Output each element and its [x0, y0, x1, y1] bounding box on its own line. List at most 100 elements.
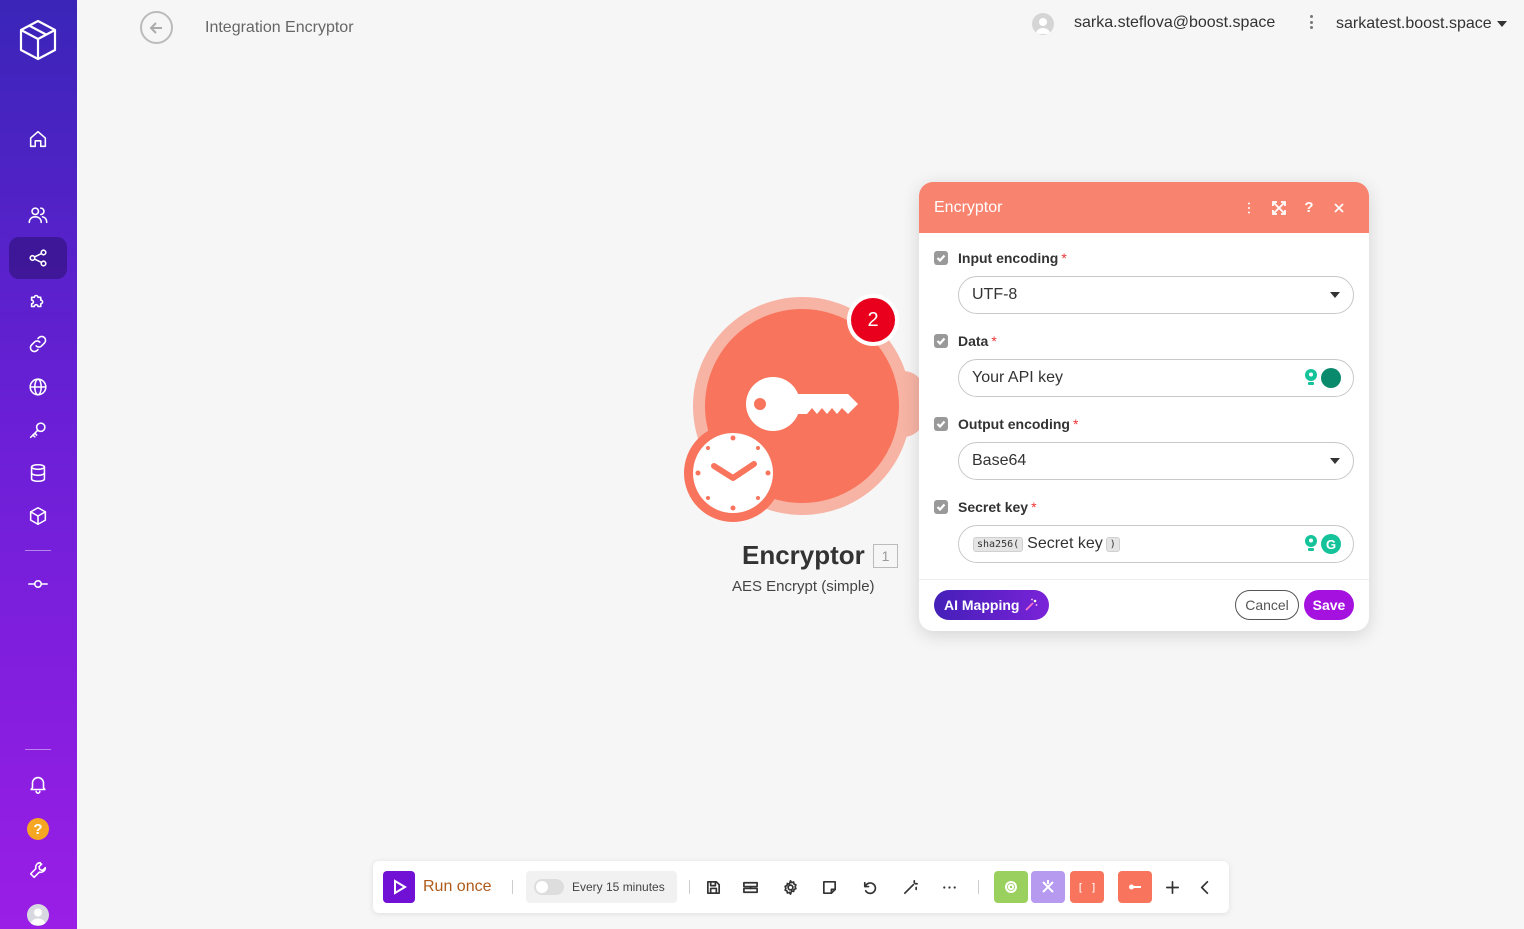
arrow-left-icon: [149, 21, 162, 34]
sidebar-item-tools[interactable]: [9, 849, 67, 891]
function-pill-open[interactable]: sha256(: [973, 536, 1024, 552]
auto-align-button[interactable]: [898, 875, 922, 899]
dialog-header: Encryptor ?: [919, 182, 1369, 233]
json-module-button[interactable]: [ ]: [1070, 871, 1104, 903]
globe-icon: [29, 378, 47, 396]
wrench-icon: [29, 861, 47, 879]
scheduling-button[interactable]: [738, 875, 762, 899]
sidebar-item-keys[interactable]: [9, 409, 67, 451]
scenario-toolbar: Run once Every 15 minutes [ ]: [373, 861, 1229, 913]
database-icon: [30, 463, 46, 483]
page-title: Integration Encryptor: [205, 19, 354, 36]
ellipsis-icon: [942, 885, 956, 889]
link-icon: [29, 335, 47, 353]
function-pill-close[interactable]: ): [1105, 536, 1120, 552]
schedule-control[interactable]: Every 15 minutes: [526, 871, 677, 903]
lightbulb-icon: [1305, 369, 1317, 385]
flow-control-button[interactable]: [1031, 871, 1065, 903]
run-once-button[interactable]: [383, 871, 415, 903]
gear-icon: [1005, 881, 1017, 893]
operations-badge: 2: [847, 294, 899, 346]
secret-key-input[interactable]: sha256( Secret key ) G: [958, 525, 1354, 563]
users-icon: [28, 207, 48, 224]
toolbar-divider: [978, 880, 979, 894]
key-icon: [29, 422, 46, 439]
checkbox-output-encoding[interactable]: [934, 417, 948, 431]
sidebar: ?: [0, 0, 77, 929]
toolbar-divider: [512, 880, 513, 894]
layout-icon: [742, 881, 758, 893]
share-nodes-icon: [29, 249, 47, 267]
input-encoding-select[interactable]: UTF-8: [958, 276, 1354, 314]
plus-icon: [1165, 880, 1179, 894]
sidebar-item-data-stores[interactable]: [9, 452, 67, 494]
grammarly-icon: [1321, 368, 1341, 388]
grammarly-widget[interactable]: [1303, 368, 1341, 388]
toolbar-divider: [689, 880, 690, 894]
sidebar-item-devices[interactable]: [9, 563, 67, 605]
more-actions-button[interactable]: [937, 875, 961, 899]
undo-button[interactable]: [857, 875, 881, 899]
module-subtitle: AES Encrypt (simple): [732, 578, 875, 595]
back-button[interactable]: [140, 11, 173, 44]
notes-button[interactable]: [817, 875, 841, 899]
sidebar-divider: [25, 749, 51, 750]
caret-down-icon: [1330, 458, 1340, 464]
module-settings-dialog: Encryptor ? Input encoding * UTF-8 Data * …: [919, 182, 1369, 631]
module-name: Encryptor: [742, 540, 865, 570]
schedule-clock-icon[interactable]: [684, 424, 782, 522]
collapse-toolbar-button[interactable]: [1193, 875, 1217, 899]
sidebar-item-data-structures[interactable]: [9, 495, 67, 537]
caret-down-icon: [1330, 292, 1340, 298]
user-avatar[interactable]: [1032, 13, 1054, 35]
puzzle-icon: [30, 294, 44, 308]
close-icon[interactable]: [1324, 197, 1354, 219]
sidebar-item-webhooks[interactable]: [9, 366, 67, 408]
data-input[interactable]: Your API key: [958, 359, 1354, 397]
magic-wand-icon: [1025, 598, 1038, 611]
cancel-button[interactable]: Cancel: [1235, 590, 1299, 620]
note-icon: [822, 880, 836, 894]
play-icon: [394, 879, 407, 895]
sidebar-item-users[interactable]: [9, 194, 67, 236]
scenario-settings-button[interactable]: [778, 875, 802, 899]
organization-selector[interactable]: sarkatest.boost.space: [1336, 15, 1507, 33]
avatar[interactable]: [27, 904, 49, 926]
grammarly-widget[interactable]: G: [1303, 534, 1341, 554]
add-module-button[interactable]: [1160, 875, 1184, 899]
run-once-label[interactable]: Run once: [423, 878, 492, 896]
help-question-icon[interactable]: ?: [1294, 197, 1324, 219]
more-options-icon[interactable]: [1306, 13, 1316, 31]
sidebar-item-notifications[interactable]: [9, 763, 67, 805]
sidebar-item-integrations[interactable]: [9, 280, 67, 322]
caret-down-icon: [1496, 20, 1507, 27]
user-email[interactable]: sarka.steflova@boost.space: [1074, 14, 1275, 32]
checkbox-secret-key[interactable]: [934, 500, 948, 514]
bell-icon: [30, 776, 46, 794]
checkbox-data[interactable]: [934, 334, 948, 348]
tools-module-button[interactable]: [994, 871, 1028, 903]
field-label-data: Data *: [934, 333, 997, 349]
save-scenario-button[interactable]: [701, 875, 725, 899]
gear-icon: [783, 879, 797, 895]
schedule-toggle[interactable]: [534, 879, 564, 895]
output-encoding-select[interactable]: Base64: [958, 442, 1354, 480]
brackets-icon: [ ]: [1077, 880, 1097, 894]
key-icon: [1129, 884, 1141, 890]
checkbox-input-encoding[interactable]: [934, 251, 948, 265]
lightbulb-icon: [1305, 535, 1317, 551]
sidebar-item-scenarios[interactable]: [9, 237, 67, 279]
encryptor-module-button[interactable]: [1118, 871, 1152, 903]
module-id: 1: [873, 544, 898, 568]
boost-space-logo-icon[interactable]: [15, 17, 61, 63]
sidebar-item-connections[interactable]: [9, 323, 67, 365]
field-label-secret-key: Secret key *: [934, 499, 1037, 515]
help-icon[interactable]: ?: [27, 818, 49, 840]
magic-wand-icon: [903, 879, 918, 894]
flow-control-icon: [1042, 880, 1054, 893]
save-button[interactable]: Save: [1304, 590, 1354, 620]
sidebar-item-home[interactable]: [9, 118, 67, 160]
ai-mapping-button[interactable]: AI Mapping: [934, 590, 1050, 620]
dialog-more-icon[interactable]: [1234, 197, 1264, 219]
expand-icon[interactable]: [1264, 197, 1294, 219]
